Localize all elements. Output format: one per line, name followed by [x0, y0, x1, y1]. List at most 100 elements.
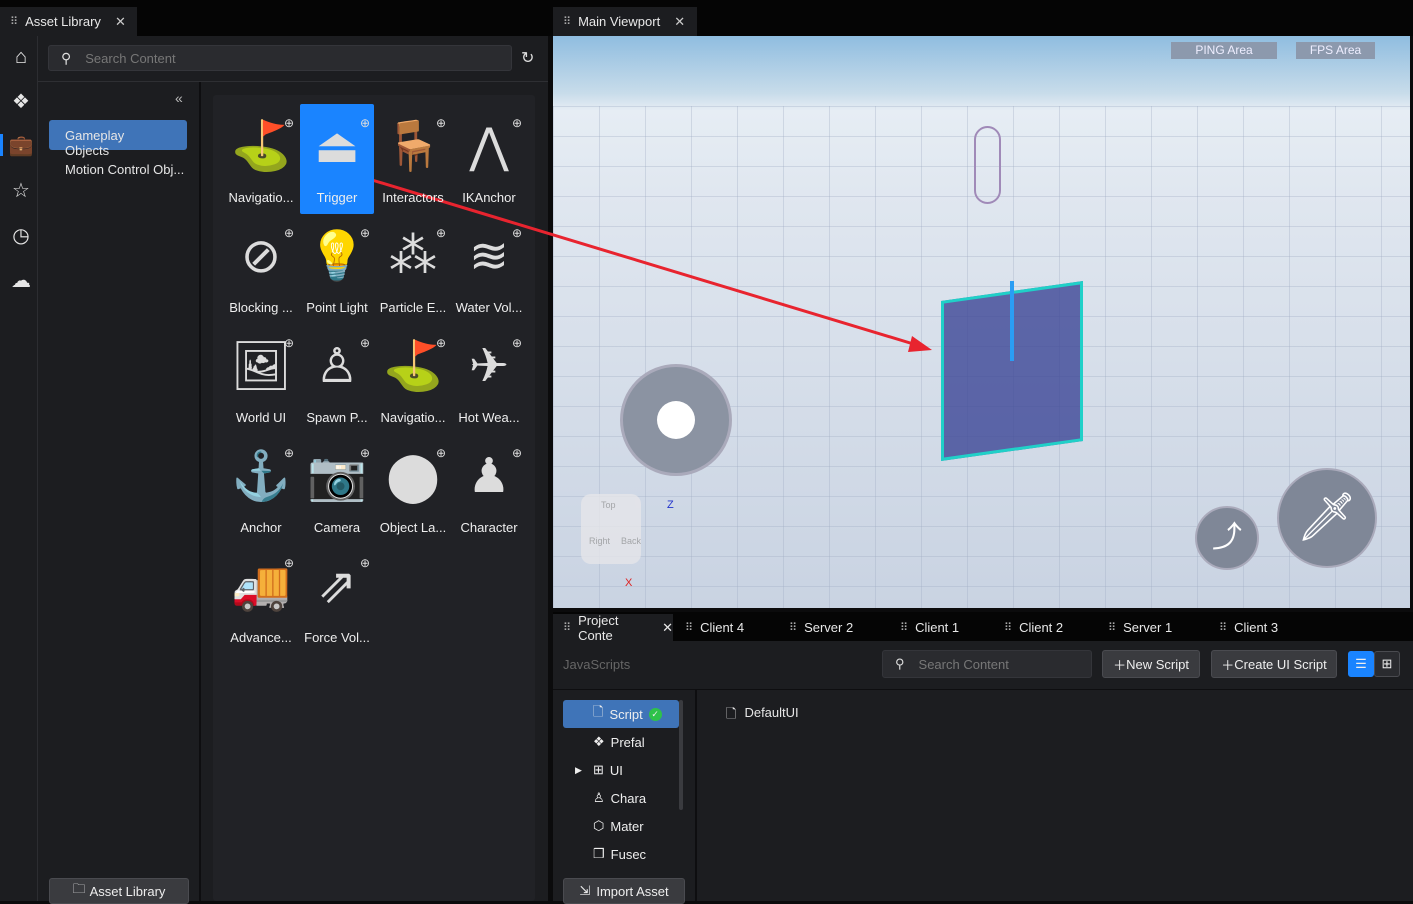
zoom-in-icon[interactable]: ⊕: [284, 226, 294, 240]
asset-item[interactable]: ⁂ ⊕ Particle E...: [376, 214, 450, 324]
material-icon: ⬡: [593, 818, 605, 833]
zoom-in-icon[interactable]: ⊕: [360, 556, 370, 570]
asset-item[interactable]: ⛳ ⊕ Navigatio...: [224, 104, 298, 214]
asset-item[interactable]: ♙ ⊕ Spawn P...: [300, 324, 374, 434]
asset-label: Trigger: [316, 190, 358, 205]
drag-grip-icon[interactable]: ⠿: [1219, 621, 1227, 634]
tree-item[interactable]: ⬡ Mater: [563, 812, 679, 840]
zoom-in-icon[interactable]: ⊕: [436, 226, 446, 240]
breadcrumb[interactable]: JavaScripts: [563, 657, 630, 672]
file-label: DefaultUI: [744, 705, 799, 720]
zoom-in-icon[interactable]: ⊕: [512, 446, 522, 460]
tree-label: Fusec: [610, 846, 647, 862]
tab-project-conte[interactable]: ⠿ Project Conte ✕: [553, 612, 673, 643]
zoom-in-icon[interactable]: ⊕: [436, 336, 446, 350]
tree-label: UI: [609, 762, 623, 778]
asset-item[interactable]: ⚓ ⊕ Anchor: [224, 434, 298, 544]
ui-icon: ⊞: [593, 762, 604, 777]
tab-server-2[interactable]: ⠿ Server 2: [779, 614, 883, 641]
drag-grip-icon[interactable]: ⠿: [789, 621, 797, 634]
search-placeholder: Search Content: [918, 656, 1009, 672]
asset-item[interactable]: ⇗ ⊕ Force Vol...: [300, 544, 374, 654]
list-view-toggle[interactable]: ☰: [1348, 651, 1374, 677]
asset-item[interactable]: ⊘ ⊕ Blocking ...: [224, 214, 298, 324]
tree-item[interactable]: ♙ Chara: [563, 784, 679, 812]
close-icon[interactable]: ✕: [662, 620, 673, 636]
tree-item[interactable]: ❒ Fusec: [563, 840, 679, 868]
tree-label: Mater: [610, 818, 644, 834]
asset-item[interactable]: ⛳ ⊕ Navigatio...: [376, 324, 450, 434]
list-icon: ☰: [1355, 656, 1367, 671]
asset-item[interactable]: ⬤ ⊕ Object La...: [376, 434, 450, 544]
drag-grip-icon[interactable]: ⠿: [1108, 621, 1116, 634]
asset-item[interactable]: ✈ ⊕ Hot Wea...: [452, 324, 526, 434]
asset-item[interactable]: 🪑 ⊕ Interactors: [376, 104, 450, 214]
zoom-in-icon[interactable]: ⊕: [284, 336, 294, 350]
tab-client-3[interactable]: ⠿ Client 3: [1209, 614, 1313, 641]
tab-client-4[interactable]: ⠿ Client 4: [675, 614, 779, 641]
plus-icon: ＋: [1113, 657, 1127, 673]
zoom-in-icon[interactable]: ⊕: [360, 336, 370, 350]
asset-item[interactable]: ⋀ ⊕ IKAnchor: [452, 104, 526, 214]
tab-label: Server 2: [804, 620, 854, 635]
tab-label: Client 4: [700, 620, 745, 635]
asset-label: Navigatio...: [380, 410, 446, 425]
drag-grip-icon[interactable]: ⠿: [685, 621, 693, 634]
expand-arrow-icon[interactable]: ▶: [575, 765, 582, 776]
tree-item[interactable]: ❖ Prefal: [563, 728, 679, 756]
button-label: Create UI Script: [1234, 656, 1327, 672]
create-ui-script-button[interactable]: ＋ Create UI Script: [1211, 650, 1337, 678]
zoom-in-icon[interactable]: ⊕: [284, 556, 294, 570]
new-script-button[interactable]: ＋ New Script: [1102, 650, 1200, 678]
asset-label: Interactors: [382, 190, 444, 205]
content-search-input[interactable]: ⚲ Search Content: [882, 650, 1092, 678]
asset-item[interactable]: 🚚 ⊕ Advance...: [224, 544, 298, 654]
drag-grip-icon[interactable]: ⠿: [1004, 621, 1012, 634]
asset-label: Water Vol...: [455, 300, 523, 315]
zoom-in-icon[interactable]: ⊕: [284, 446, 294, 460]
grid-view-toggle[interactable]: ⊞: [1374, 651, 1400, 677]
file-icon: 🗋: [593, 704, 604, 719]
zoom-in-icon[interactable]: ⊕: [360, 116, 370, 130]
asset-label: Navigatio...: [228, 190, 294, 205]
button-label: Import Asset: [596, 883, 669, 899]
tree-item[interactable]: 🗋 Script ✓: [563, 700, 679, 728]
file-defaultui[interactable]: 🗋 DefaultUI: [726, 705, 799, 727]
import-asset-button[interactable]: ⇲ Import Asset: [563, 878, 685, 904]
zoom-in-icon[interactable]: ⊕: [284, 116, 294, 130]
asset-item[interactable]: ≋ ⊕ Water Vol...: [452, 214, 526, 324]
asset-item[interactable]: ⏏ ⊕ Trigger: [300, 104, 374, 214]
tab-label: Project Conte: [578, 612, 619, 643]
asset-label: IKAnchor: [462, 190, 516, 205]
asset-label: Particle E...: [379, 300, 447, 315]
zoom-in-icon[interactable]: ⊕: [436, 116, 446, 130]
check-icon: ✓: [648, 707, 662, 721]
asset-label: Character: [460, 520, 518, 535]
asset-item[interactable]: ♟ ⊕ Character: [452, 434, 526, 544]
asset-item[interactable]: 🖼 ⊕ World UI: [224, 324, 298, 434]
tab-label: Client 3: [1234, 620, 1279, 635]
tree-item[interactable]: ▶ ⊞ UI: [563, 756, 679, 784]
grid-icon: ⊞: [1381, 656, 1393, 671]
splitter[interactable]: [695, 690, 697, 901]
scrollbar[interactable]: [679, 700, 683, 810]
tab-label: Server 1: [1123, 620, 1173, 635]
button-label: New Script: [1126, 656, 1189, 672]
tab-client-2[interactable]: ⠿ Client 2: [994, 614, 1098, 641]
asset-item[interactable]: 💡 ⊕ Point Light: [300, 214, 374, 324]
search-icon: ⚲: [895, 656, 905, 671]
asset-label: Object La...: [379, 520, 447, 535]
tab-server-1[interactable]: ⠿ Server 1: [1098, 614, 1202, 641]
zoom-in-icon[interactable]: ⊕: [360, 226, 370, 240]
zoom-in-icon[interactable]: ⊕: [512, 226, 522, 240]
tree-label: Script: [609, 706, 643, 722]
zoom-in-icon[interactable]: ⊕: [512, 336, 522, 350]
zoom-in-icon[interactable]: ⊕: [436, 446, 446, 460]
drag-grip-icon[interactable]: ⠿: [563, 621, 571, 634]
drag-grip-icon[interactable]: ⠿: [900, 621, 908, 634]
asset-label: Hot Wea...: [458, 410, 520, 425]
zoom-in-icon[interactable]: ⊕: [360, 446, 370, 460]
zoom-in-icon[interactable]: ⊕: [512, 116, 522, 130]
asset-item[interactable]: 📷 ⊕ Camera: [300, 434, 374, 544]
tab-client-1[interactable]: ⠿ Client 1: [890, 614, 994, 641]
